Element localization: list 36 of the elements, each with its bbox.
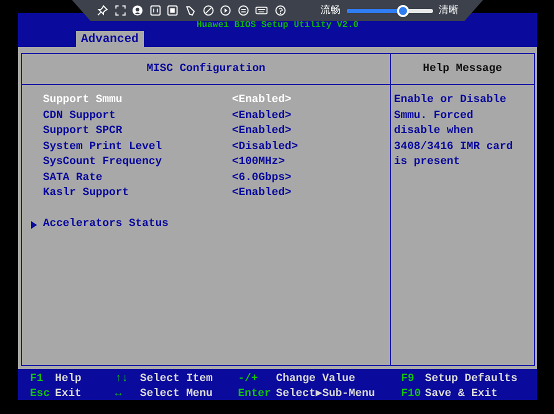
setting-value[interactable]: <Enabled>: [232, 186, 292, 202]
key-label: Enter: [238, 387, 272, 402]
key-label: ↔: [115, 387, 123, 402]
key-action: Save & Exit: [425, 387, 499, 402]
key-action: Exit: [55, 387, 82, 402]
setting-label[interactable]: CDN Support: [43, 108, 232, 124]
setting-value[interactable]: <Enabled>: [232, 124, 292, 140]
setting-label[interactable]: Support SPCR: [43, 124, 232, 140]
help-title: Help Message: [422, 62, 502, 77]
bios-title: Huawei BIOS Setup Utility V2.0: [196, 20, 359, 30]
setting-value[interactable]: <Disabled>: [232, 140, 298, 155]
key-action: Select Item: [140, 372, 214, 387]
key-label: Esc: [30, 387, 51, 402]
key-action: Change Value: [276, 372, 356, 387]
setting-value[interactable]: <Enabled>: [232, 108, 292, 124]
setting-label[interactable]: Kaslr Support: [43, 186, 232, 202]
key-action: Help: [55, 372, 82, 387]
key-action: Select▶Sub-Menu: [276, 387, 376, 402]
setting-value[interactable]: <100MHz>: [232, 155, 285, 170]
panel-title: MISC Configuration: [146, 62, 266, 77]
setting-value[interactable]: <6.0Gbps>: [232, 170, 292, 186]
quality-low-label: 流畅: [320, 4, 341, 18]
key-label: F10: [401, 387, 422, 402]
key-label: ↑↓: [115, 372, 130, 387]
quality-high-label: 清晰: [438, 4, 459, 18]
setting-label[interactable]: System Print Level: [43, 140, 232, 155]
key-label: F9: [401, 372, 416, 387]
help-message: Enable or Disable Smmu. Forced disable when 3408/3416 IMR card is present: [393, 93, 514, 170]
key-action: Select Menu: [140, 387, 214, 402]
setting-label[interactable]: SysCount Frequency: [43, 155, 232, 170]
setting-label[interactable]: SATA Rate: [43, 170, 232, 186]
key-action: Setup Defaults: [425, 372, 518, 387]
key-label: F1: [30, 372, 44, 387]
key-label: -/+: [238, 372, 259, 387]
submenu-item[interactable]: Accelerators Status: [43, 217, 168, 232]
tab[interactable]: Advanced: [76, 31, 144, 47]
